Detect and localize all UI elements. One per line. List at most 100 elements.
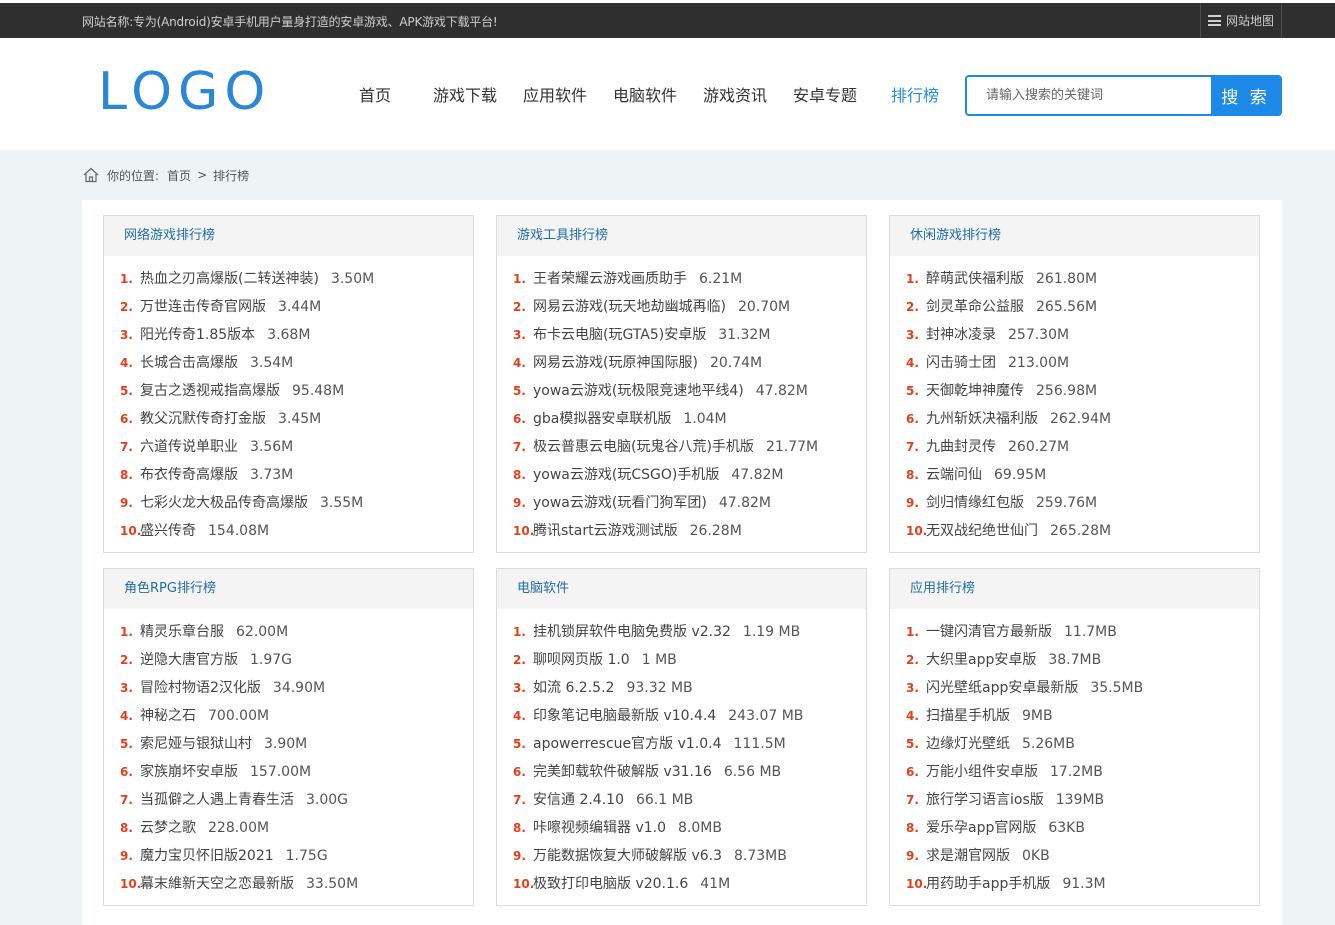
item-name[interactable]: 无双战纪绝世仙门 — [926, 523, 1038, 539]
item-name[interactable]: 冒险村物语2汉化版 — [140, 680, 261, 696]
item-name[interactable]: 九曲封灵传 — [926, 439, 996, 455]
item-name[interactable]: 醉萌武侠福利版 — [926, 271, 1024, 287]
item-name[interactable]: 网易云游戏(玩原神国际服) — [533, 355, 698, 371]
sitemap-link[interactable]: 网站地图 — [1200, 3, 1282, 38]
item-name[interactable]: 索尼娅与银狱山村 — [140, 736, 252, 752]
item-name[interactable]: apowerrescue官方版 v1.0.4 — [533, 736, 722, 752]
nav-android-topics[interactable]: 安卓专题 — [780, 82, 870, 106]
nav-home[interactable]: 首页 — [330, 82, 420, 106]
ranking-item[interactable]: 8. 咔嚓视频编辑器 v1.0 8.0MB — [497, 814, 866, 842]
item-name[interactable]: 网易云游戏(玩天地劫幽城再临) — [533, 299, 726, 315]
ranking-item[interactable]: 10.极致打印电脑版 v20.1.6 41M — [497, 870, 866, 898]
ranking-item[interactable]: 7. 旅行学习语言ios版 139MB — [890, 786, 1259, 814]
item-name[interactable]: 幕末維新天空之恋最新版 — [140, 876, 294, 892]
item-name[interactable]: 精灵乐章台服 — [140, 624, 224, 640]
ranking-item[interactable]: 7. 安信通 2.4.10 66.1 MB — [497, 786, 866, 814]
ranking-item[interactable]: 1. 热血之刃高爆版(二转送神装) 3.50M — [104, 265, 473, 293]
ranking-item[interactable]: 9. yowa云游戏(玩看门狗军团) 47.82M — [497, 489, 866, 517]
item-name[interactable]: 边缘灯光壁纸 — [926, 736, 1010, 752]
ranking-item[interactable]: 3. 闪光壁纸app安卓最新版 35.5MB — [890, 674, 1259, 702]
ranking-item[interactable]: 7. 极云普惠云电脑(玩鬼谷八荒)手机版 21.77M — [497, 433, 866, 461]
item-name[interactable]: 布衣传奇高爆版 — [140, 467, 238, 483]
search-button[interactable]: 搜 索 — [1211, 77, 1280, 114]
ranking-item[interactable]: 9. 七彩火龙大极品传奇高爆版 3.55M — [104, 489, 473, 517]
nav-pc-software[interactable]: 电脑软件 — [600, 82, 690, 106]
item-name[interactable]: yowa云游戏(玩看门狗军团) — [533, 495, 707, 511]
item-name[interactable]: 家族崩坏安卓版 — [140, 764, 238, 780]
item-name[interactable]: 逆隐大唐官方版 — [140, 652, 238, 668]
breadcrumb-home[interactable]: 首页 — [167, 167, 191, 184]
item-name[interactable]: 布卡云电脑(玩GTA5)安卓版 — [533, 327, 706, 343]
ranking-item[interactable]: 5. yowa云游戏(玩极限竞速地平线4) 47.82M — [497, 377, 866, 405]
ranking-item[interactable]: 4. 印象笔记电脑最新版 v10.4.4 243.07 MB — [497, 702, 866, 730]
ranking-item[interactable]: 5. 索尼娅与银狱山村 3.90M — [104, 730, 473, 758]
item-name[interactable]: 云端问仙 — [926, 467, 982, 483]
item-name[interactable]: 扫描星手机版 — [926, 708, 1010, 724]
ranking-item[interactable]: 9. 万能数据恢复大师破解版 v6.3 8.73MB — [497, 842, 866, 870]
ranking-item[interactable]: 8. 云梦之歌 228.00M — [104, 814, 473, 842]
ranking-item[interactable]: 2. 大织里app安卓版 38.7MB — [890, 646, 1259, 674]
item-name[interactable]: 安信通 2.4.10 — [533, 792, 624, 808]
ranking-item[interactable]: 6. 家族崩坏安卓版 157.00M — [104, 758, 473, 786]
ranking-item[interactable]: 5. apowerrescue官方版 v1.0.4 111.5M — [497, 730, 866, 758]
ranking-item[interactable]: 9. 魔力宝贝怀旧版2021 1.75G — [104, 842, 473, 870]
item-name[interactable]: 盛兴传奇 — [140, 523, 196, 539]
item-name[interactable]: 一键闪清官方最新版 — [926, 624, 1052, 640]
search-input[interactable] — [967, 77, 1211, 114]
item-name[interactable]: 印象笔记电脑最新版 v10.4.4 — [533, 708, 716, 724]
nav-game-news[interactable]: 游戏资讯 — [690, 82, 780, 106]
ranking-item[interactable]: 4. 扫描星手机版 9MB — [890, 702, 1259, 730]
ranking-item[interactable]: 2. 聊呗网页版 1.0 1 MB — [497, 646, 866, 674]
item-name[interactable]: 挂机锁屏软件电脑免费版 v2.32 — [533, 624, 731, 640]
item-name[interactable]: 如流 6.2.5.2 — [533, 680, 614, 696]
item-name[interactable]: 闪击骑士团 — [926, 355, 996, 371]
item-name[interactable]: 王者荣耀云游戏画质助手 — [533, 271, 687, 287]
item-name[interactable]: 云梦之歌 — [140, 820, 196, 836]
ranking-item[interactable]: 4. 神秘之石 700.00M — [104, 702, 473, 730]
ranking-item[interactable]: 10.用药助手app手机版 91.3M — [890, 870, 1259, 898]
ranking-item[interactable]: 5. 天御乾坤神魔传 256.98M — [890, 377, 1259, 405]
ranking-item[interactable]: 4. 闪击骑士团 213.00M — [890, 349, 1259, 377]
nav-rankings[interactable]: 排行榜 — [870, 82, 960, 106]
ranking-item[interactable]: 8. 云端问仙 69.95M — [890, 461, 1259, 489]
item-name[interactable]: 旅行学习语言ios版 — [926, 792, 1044, 808]
item-name[interactable]: 完美卸载软件破解版 v31.16 — [533, 764, 712, 780]
item-name[interactable]: 封神冰凌录 — [926, 327, 996, 343]
item-name[interactable]: yowa云游戏(玩极限竞速地平线4) — [533, 383, 744, 399]
item-name[interactable]: 魔力宝贝怀旧版2021 — [140, 848, 274, 864]
item-name[interactable]: 咔嚓视频编辑器 v1.0 — [533, 820, 666, 836]
nav-apps[interactable]: 应用软件 — [510, 82, 600, 106]
item-name[interactable]: 求是潮官网版 — [926, 848, 1010, 864]
ranking-item[interactable]: 6. 完美卸载软件破解版 v31.16 6.56 MB — [497, 758, 866, 786]
ranking-item[interactable]: 9. 求是潮官网版 0KB — [890, 842, 1259, 870]
ranking-item[interactable]: 4. 网易云游戏(玩原神国际服) 20.74M — [497, 349, 866, 377]
nav-game-download[interactable]: 游戏下载 — [420, 82, 510, 106]
item-name[interactable]: 剑灵革命公益服 — [926, 299, 1024, 315]
item-name[interactable]: 万世连击传奇官网版 — [140, 299, 266, 315]
item-name[interactable]: 九州斩妖决福利版 — [926, 411, 1038, 427]
ranking-item[interactable]: 10.腾讯start云游戏测试版 26.28M — [497, 517, 866, 545]
ranking-item[interactable]: 2. 剑灵革命公益服 265.56M — [890, 293, 1259, 321]
ranking-item[interactable]: 8. yowa云游戏(玩CSGO)手机版 47.82M — [497, 461, 866, 489]
ranking-item[interactable]: 5. 复古之透视戒指高爆版 95.48M — [104, 377, 473, 405]
ranking-item[interactable]: 6. 教父沉默传奇打金版 3.45M — [104, 405, 473, 433]
ranking-item[interactable]: 5. 边缘灯光壁纸 5.26MB — [890, 730, 1259, 758]
item-name[interactable]: 用药助手app手机版 — [926, 876, 1050, 892]
ranking-item[interactable]: 10.盛兴传奇 154.08M — [104, 517, 473, 545]
item-name[interactable]: 热血之刃高爆版(二转送神装) — [140, 271, 319, 287]
ranking-item[interactable]: 10.无双战纪绝世仙门 265.28M — [890, 517, 1259, 545]
ranking-item[interactable]: 9. 剑归情缘红包版 259.76M — [890, 489, 1259, 517]
ranking-item[interactable]: 2. 逆隐大唐官方版 1.97G — [104, 646, 473, 674]
ranking-item[interactable]: 3. 阳光传奇1.85版本 3.68M — [104, 321, 473, 349]
ranking-item[interactable]: 4. 长城合击高爆版 3.54M — [104, 349, 473, 377]
ranking-item[interactable]: 1. 精灵乐章台服 62.00M — [104, 618, 473, 646]
item-name[interactable]: yowa云游戏(玩CSGO)手机版 — [533, 467, 719, 483]
ranking-item[interactable]: 6. gba模拟器安卓联机版 1.04M — [497, 405, 866, 433]
ranking-item[interactable]: 6. 万能小组件安卓版 17.2MB — [890, 758, 1259, 786]
item-name[interactable]: 爱乐孕app官网版 — [926, 820, 1036, 836]
ranking-item[interactable]: 3. 如流 6.2.5.2 93.32 MB — [497, 674, 866, 702]
item-name[interactable]: 七彩火龙大极品传奇高爆版 — [140, 495, 308, 511]
item-name[interactable]: 当孤僻之人遇上青春生活 — [140, 792, 294, 808]
ranking-item[interactable]: 7. 九曲封灵传 260.27M — [890, 433, 1259, 461]
ranking-item[interactable]: 3. 封神冰凌录 257.30M — [890, 321, 1259, 349]
